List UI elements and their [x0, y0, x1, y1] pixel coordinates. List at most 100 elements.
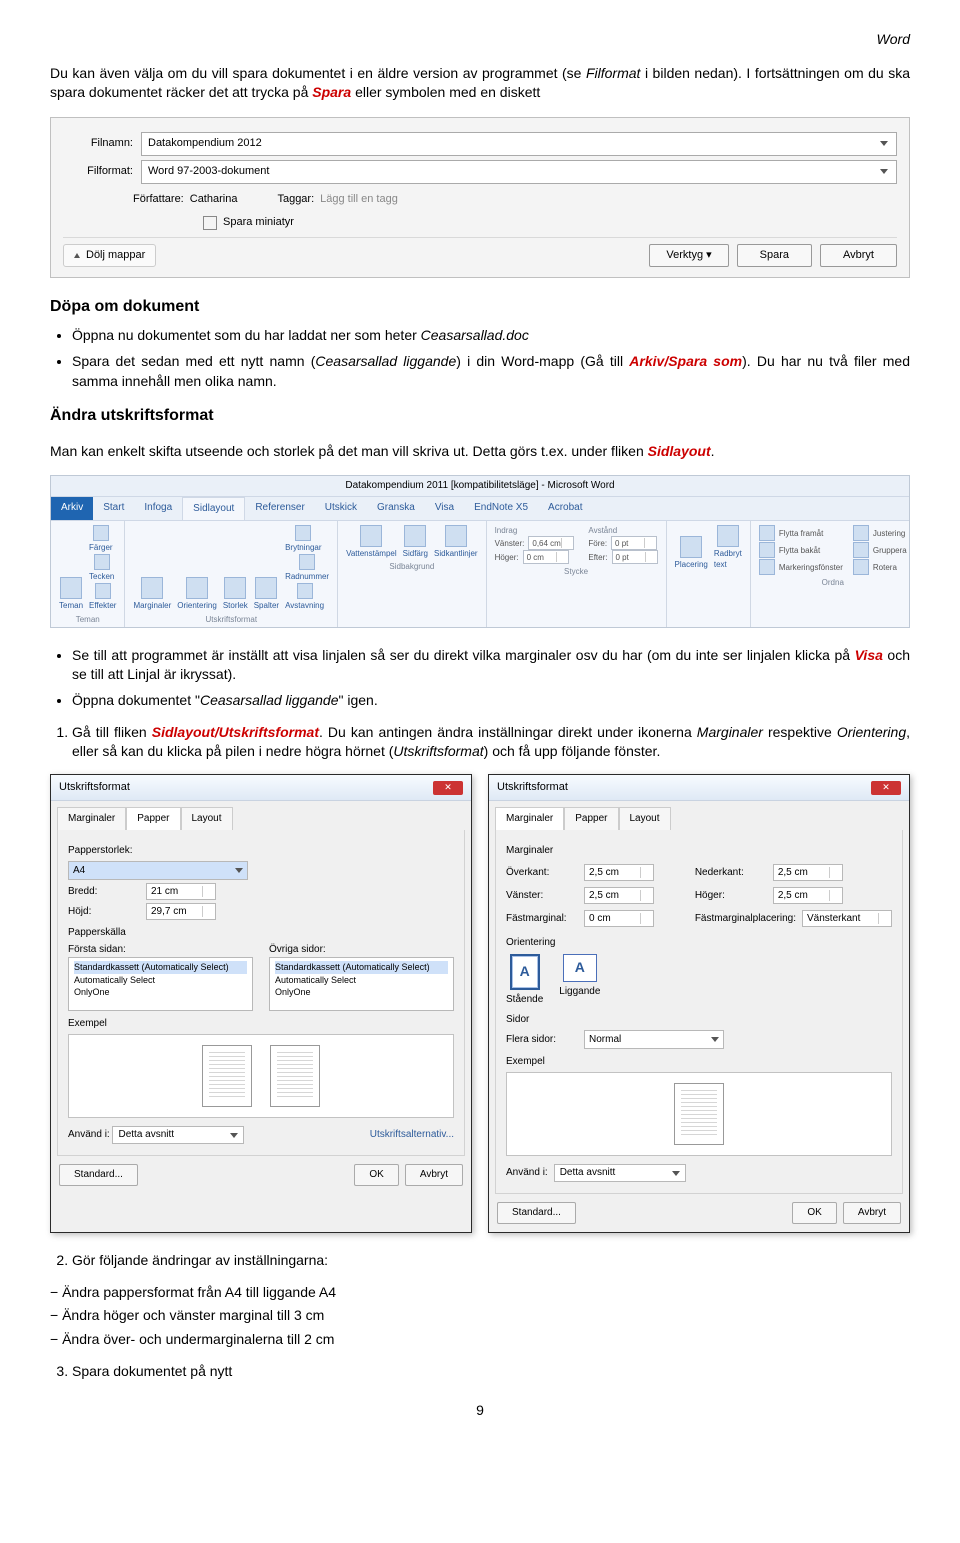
t: Flera sidor:: [506, 1033, 578, 1047]
dolj-mappar-button[interactable]: Dölj mappar: [63, 244, 156, 267]
tab-infoga[interactable]: Infoga: [134, 497, 182, 520]
btn-teman[interactable]: Teman: [59, 577, 83, 611]
utskriftsalternativ-link[interactable]: Utskriftsalternativ...: [370, 1128, 454, 1142]
avstand-efter-input[interactable]: 0 pt: [612, 550, 658, 564]
t: Avstånd: [588, 525, 657, 536]
marginaler-icon: [141, 577, 163, 599]
bredd-input[interactable]: 21 cm: [146, 883, 216, 900]
section-head: Exempel: [68, 1017, 454, 1031]
avstand-fore-input[interactable]: 0 pt: [611, 536, 657, 550]
taggar-value[interactable]: Lägg till en tagg: [320, 192, 398, 207]
standard-button[interactable]: Standard...: [59, 1164, 138, 1186]
btn-radnummer[interactable]: Radnummer: [285, 554, 329, 582]
btn-markering[interactable]: Markeringsfönster: [759, 559, 843, 575]
t: ) i din Word-mapp (Gå till: [456, 353, 629, 369]
avbryt-button[interactable]: Avbryt: [820, 244, 897, 267]
btn-rotera[interactable]: Rotera: [853, 559, 897, 575]
flera-sidor-select[interactable]: Normal: [584, 1030, 724, 1049]
btn-flytta-bakat[interactable]: Flytta bakåt: [759, 542, 820, 558]
forsta-sidan-listbox[interactable]: Standardkassett (Automatically Select) A…: [68, 957, 253, 1011]
spara-miniatyr-checkbox[interactable]: [203, 216, 217, 230]
tab-sidlayout[interactable]: Sidlayout: [182, 497, 245, 520]
btn-orientering[interactable]: Orientering: [177, 577, 217, 611]
btn-sidkantlinjer[interactable]: Sidkantlinjer: [434, 525, 478, 559]
btn-farger[interactable]: Färger: [89, 525, 113, 553]
anvand-i-select[interactable]: Detta avsnitt: [112, 1126, 244, 1144]
tab-visa[interactable]: Visa: [425, 497, 464, 520]
tab-endnote[interactable]: EndNote X5: [464, 497, 538, 520]
t: Orientering: [837, 724, 906, 740]
list-item[interactable]: Standardkassett (Automatically Select): [275, 961, 448, 974]
dash-item: Ändra höger och vänster marginal till 3 …: [50, 1306, 910, 1326]
btn-radbryt[interactable]: Radbryt text: [714, 525, 742, 570]
list-item[interactable]: Automatically Select: [275, 974, 448, 987]
anvand-i-select[interactable]: Detta avsnitt: [554, 1164, 686, 1182]
t: Ceasarsallad liggande: [315, 353, 456, 369]
orient-staende[interactable]: AStående: [506, 954, 543, 1007]
btn-spalter[interactable]: Spalter: [254, 577, 279, 611]
orient-liggande[interactable]: ALiggande: [559, 954, 600, 1007]
btn-tecken[interactable]: Tecken: [89, 554, 114, 582]
close-icon[interactable]: ✕: [871, 781, 901, 795]
t: Arkiv/Spara som: [629, 353, 742, 369]
t: Justering: [873, 528, 905, 539]
tab-papper[interactable]: Papper: [564, 807, 618, 830]
btn-storlek[interactable]: Storlek: [223, 577, 248, 611]
list-item[interactable]: OnlyOne: [275, 986, 448, 999]
list-item[interactable]: OnlyOne: [74, 986, 247, 999]
filformat-select[interactable]: Word 97-2003-dokument: [141, 160, 897, 184]
tab-start[interactable]: Start: [93, 497, 134, 520]
nederkant-input[interactable]: 2,5 cm: [773, 864, 843, 881]
list-item[interactable]: Standardkassett (Automatically Select): [74, 961, 247, 974]
fastmarginal-input[interactable]: 0 cm: [584, 910, 654, 927]
standard-button[interactable]: Standard...: [497, 1202, 576, 1224]
tab-layout[interactable]: Layout: [619, 807, 671, 830]
btn-avstavning[interactable]: Avstavning: [285, 583, 324, 611]
tab-marginaler[interactable]: Marginaler: [495, 807, 564, 830]
filnamn-input[interactable]: Datakompendium 2012: [141, 132, 897, 156]
avbryt-button[interactable]: Avbryt: [843, 1202, 901, 1224]
fastmarginalplacering-select[interactable]: Vänsterkant: [802, 910, 892, 927]
tab-referenser[interactable]: Referenser: [245, 497, 314, 520]
tab-utskick[interactable]: Utskick: [315, 497, 367, 520]
group-placering: Placering Radbryt text: [667, 521, 751, 627]
hojd-input[interactable]: 29,7 cm: [146, 903, 216, 920]
tab-papper[interactable]: Papper: [126, 807, 180, 830]
ovriga-sidor-listbox[interactable]: Standardkassett (Automatically Select) A…: [269, 957, 454, 1011]
word-ribbon: Datakompendium 2011 [kompatibilitetsläge…: [50, 475, 910, 628]
btn-flytta-framat[interactable]: Flytta framåt: [759, 525, 823, 541]
t: Brytningar: [285, 542, 321, 553]
tab-acrobat[interactable]: Acrobat: [538, 497, 592, 520]
t: Sidfärg: [403, 548, 428, 559]
dropdown-icon[interactable]: [878, 164, 890, 180]
list-item[interactable]: Automatically Select: [74, 974, 247, 987]
ok-button[interactable]: OK: [792, 1202, 836, 1224]
avbryt-button[interactable]: Avbryt: [405, 1164, 463, 1186]
btn-justering[interactable]: Justering: [853, 525, 905, 541]
hoger-input[interactable]: 2,5 cm: [773, 887, 843, 904]
btn-gruppera[interactable]: Gruppera: [853, 542, 907, 558]
indrag-vanster-input[interactable]: 0,64 cm: [528, 536, 574, 550]
indrag-hoger-input[interactable]: 0 cm: [523, 550, 569, 564]
spara-button[interactable]: Spara: [737, 244, 812, 267]
btn-sidfarg[interactable]: Sidfärg: [403, 525, 428, 559]
vanster-input[interactable]: 2,5 cm: [584, 887, 654, 904]
btn-placering[interactable]: Placering: [675, 536, 708, 570]
tab-granska[interactable]: Granska: [367, 497, 425, 520]
pappersstorlek-select[interactable]: A4: [68, 861, 248, 880]
dropdown-icon[interactable]: [878, 136, 890, 152]
t: Ceasarsallad liggande: [200, 692, 339, 708]
ok-button[interactable]: OK: [354, 1164, 398, 1186]
tab-marginaler[interactable]: Marginaler: [57, 807, 126, 830]
tab-arkiv[interactable]: Arkiv: [51, 497, 93, 520]
btn-effekter[interactable]: Effekter: [89, 583, 116, 611]
overkant-input[interactable]: 2,5 cm: [584, 864, 654, 881]
t: .: [711, 443, 715, 459]
btn-brytningar[interactable]: Brytningar: [285, 525, 321, 553]
tab-layout[interactable]: Layout: [181, 807, 233, 830]
verktyg-button[interactable]: Verktyg ▾: [649, 244, 728, 267]
t: Nederkant:: [695, 866, 767, 880]
btn-vattenstampel[interactable]: Vattenstämpel: [346, 525, 397, 559]
btn-marginaler[interactable]: Marginaler: [133, 577, 171, 611]
close-icon[interactable]: ✕: [433, 781, 463, 795]
